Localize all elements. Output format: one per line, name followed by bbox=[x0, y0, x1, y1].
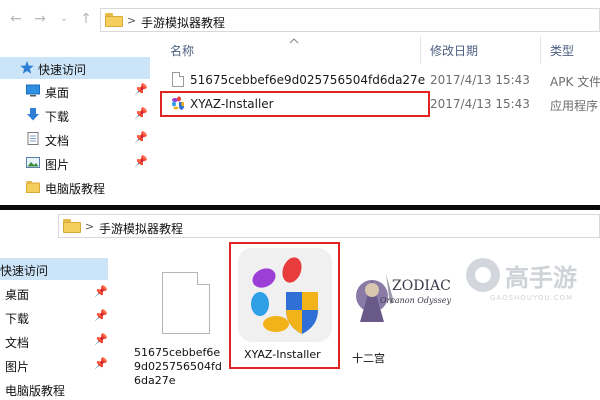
sidebar-item-folder[interactable]: 电脑版教程 bbox=[0, 176, 150, 198]
desktop-icon bbox=[26, 84, 40, 97]
up-icon[interactable]: ↑ bbox=[78, 11, 94, 27]
watermark-text: 高手游 bbox=[505, 264, 577, 292]
folder-icon bbox=[63, 219, 81, 233]
file-icon bbox=[162, 272, 210, 334]
sidebar-item-quick-access[interactable]: 快速访问 bbox=[0, 258, 108, 280]
sidebar-item-label: 电脑版教程 bbox=[45, 182, 106, 196]
file-type: APK 文件 bbox=[550, 75, 600, 89]
breadcrumb-folder[interactable]: 手游模拟器教程 bbox=[99, 220, 183, 237]
folder-icon bbox=[105, 13, 123, 27]
star-icon bbox=[20, 61, 34, 74]
file-name: 51675cebbef6e9d025756504fd6da27e bbox=[190, 73, 426, 87]
column-divider[interactable] bbox=[420, 36, 421, 64]
sidebar-item-folder[interactable]: 电脑版教程 bbox=[0, 378, 108, 400]
file-type: 应用程序 bbox=[550, 99, 599, 113]
sidebar-item-pictures[interactable]: 图片 📌 bbox=[0, 152, 150, 174]
game-logo-subtitle: Orcanon Odyssey bbox=[380, 296, 451, 305]
sidebar-item-label: 文档 bbox=[45, 134, 70, 148]
sort-ascending-icon bbox=[289, 38, 299, 44]
breadcrumb-separator: > bbox=[85, 220, 95, 233]
sidebar-item-label: 快速访问 bbox=[0, 264, 49, 278]
game-logo-title: ZODIAC bbox=[392, 278, 451, 294]
sidebar-item-label: 图片 bbox=[5, 360, 30, 374]
sidebar-item-label: 下载 bbox=[45, 110, 70, 124]
tile-label: 十二宫 bbox=[352, 352, 385, 365]
address-row: ← → ⌄ ↑ > 手游模拟器教程 bbox=[0, 4, 600, 34]
pin-icon[interactable]: 📌 bbox=[94, 285, 108, 298]
watermark-subtext: GAOSHOUYOU.COM bbox=[490, 294, 574, 302]
breadcrumb-separator: > bbox=[127, 14, 137, 27]
breadcrumb-folder[interactable]: 手游模拟器教程 bbox=[141, 14, 225, 31]
column-header-name[interactable]: 名称 bbox=[170, 42, 194, 59]
pin-icon[interactable]: 📌 bbox=[94, 309, 108, 322]
forward-icon[interactable]: → bbox=[32, 11, 48, 27]
file-date: 2017/4/13 15:43 bbox=[430, 97, 530, 111]
tile-label-line: 51675cebbef6e bbox=[134, 346, 221, 359]
pin-icon[interactable]: 📌 bbox=[94, 333, 108, 346]
explorer-details-window: ← → ⌄ ↑ > 手游模拟器教程 快速访问 桌面 📌 下载 📌 文档 📌 图片… bbox=[0, 0, 600, 205]
picture-icon bbox=[26, 157, 40, 168]
back-icon[interactable]: ← bbox=[8, 11, 24, 27]
file-icon bbox=[172, 72, 184, 87]
watermark-logo-icon bbox=[466, 258, 500, 292]
pin-icon[interactable]: 📌 bbox=[134, 107, 148, 120]
sidebar-item-pictures[interactable]: 图片 📌 bbox=[0, 354, 108, 376]
document-icon bbox=[27, 132, 39, 145]
address-bar[interactable]: > 手游模拟器教程 bbox=[100, 8, 600, 32]
address-row: > 手游模拟器教程 bbox=[0, 210, 600, 240]
sidebar-item-label: 桌面 bbox=[5, 288, 30, 302]
download-icon bbox=[27, 108, 39, 121]
pin-icon[interactable]: 📌 bbox=[134, 131, 148, 144]
column-header-date[interactable]: 修改日期 bbox=[430, 42, 478, 59]
tile-label-line: 6da27e bbox=[134, 374, 176, 387]
sidebar-item-label: 电脑版教程 bbox=[5, 384, 66, 398]
column-divider[interactable] bbox=[540, 36, 541, 64]
pin-icon[interactable]: 📌 bbox=[134, 155, 148, 168]
highlight-box bbox=[229, 242, 340, 369]
sidebar-item-label: 图片 bbox=[45, 158, 70, 172]
explorer-icons-window: > 手游模拟器教程 快速访问 桌面 📌 下载 📌 文档 📌 图片 📌 电脑版教程 bbox=[0, 210, 600, 400]
sidebar-item-documents[interactable]: 文档 📌 bbox=[0, 128, 150, 150]
sidebar-item-label: 桌面 bbox=[45, 86, 70, 100]
folder-icon bbox=[26, 181, 40, 193]
sidebar-item-label: 文档 bbox=[5, 336, 30, 350]
sidebar-item-documents[interactable]: 文档 📌 bbox=[0, 330, 108, 352]
column-header-type[interactable]: 类型 bbox=[550, 42, 574, 59]
highlight-box bbox=[160, 91, 430, 117]
sidebar-item-desktop[interactable]: 桌面 📌 bbox=[0, 80, 150, 102]
sidebar-item-downloads[interactable]: 下载 📌 bbox=[0, 104, 150, 126]
pin-icon[interactable]: 📌 bbox=[94, 357, 108, 370]
file-date: 2017/4/13 15:43 bbox=[430, 73, 530, 87]
tile-label-line: 9d025756504fd bbox=[134, 360, 222, 373]
sidebar-item-desktop[interactable]: 桌面 📌 bbox=[0, 282, 108, 304]
sidebar-item-label: 快速访问 bbox=[38, 63, 87, 77]
address-bar[interactable]: > 手游模拟器教程 bbox=[58, 214, 600, 238]
pin-icon[interactable]: 📌 bbox=[134, 83, 148, 96]
sidebar-item-downloads[interactable]: 下载 📌 bbox=[0, 306, 108, 328]
sidebar-item-quick-access[interactable]: 快速访问 bbox=[0, 57, 150, 79]
recent-locations-icon[interactable]: ⌄ bbox=[56, 11, 72, 27]
sidebar-item-label: 下载 bbox=[5, 312, 30, 326]
